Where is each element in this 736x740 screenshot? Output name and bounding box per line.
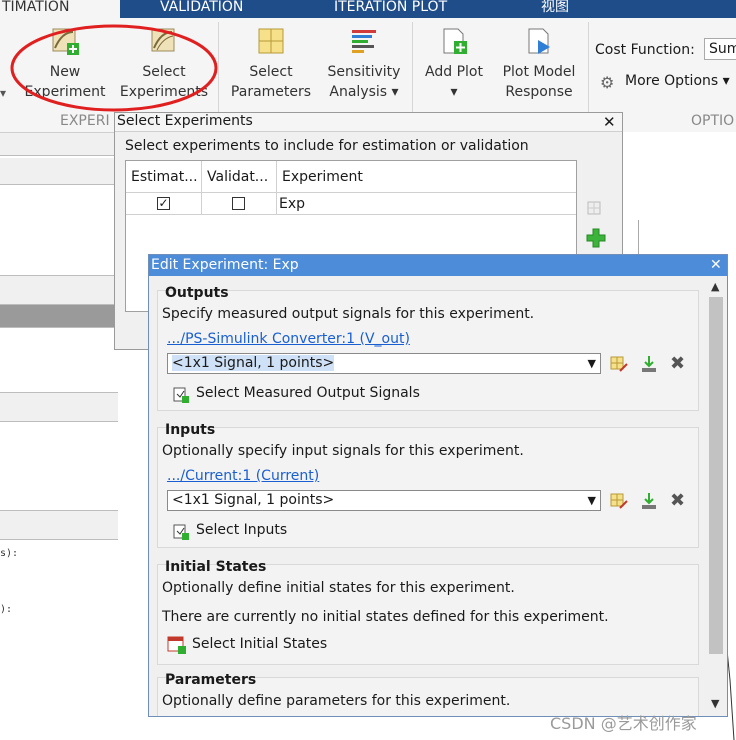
output-signal-link[interactable]: .../PS-Simulink Converter:1 (V_out): [167, 331, 410, 347]
output-signal-value: <1x1 Signal, 1 points>: [172, 355, 335, 371]
tab-estimation[interactable]: TIMATION: [0, 0, 120, 18]
panel-content: [0, 328, 118, 393]
panel-header: [0, 393, 118, 422]
initial-states-section: Initial States Optionally define initial…: [157, 559, 699, 665]
data-browser-panel: [0, 185, 118, 276]
dialog-titlebar: Select Experiments ✕: [115, 113, 622, 132]
cost-function-select[interactable]: Sum: [704, 38, 736, 60]
group-label-experiments: EXPERI: [60, 113, 110, 129]
initial-states-note: There are currently no initial states de…: [162, 609, 609, 625]
edit-signal-icon[interactable]: [609, 354, 629, 374]
scroll-down-icon[interactable]: ▼: [711, 697, 719, 710]
parameters-description: Optionally define parameters for this ex…: [162, 693, 511, 709]
validation-checkbox[interactable]: [232, 197, 245, 210]
experiment-name-cell[interactable]: Exp: [277, 193, 576, 215]
select-initial-states-button[interactable]: Select Initial States: [192, 636, 327, 652]
column-header-estimation[interactable]: Estimat...: [126, 161, 202, 193]
panel-header: [0, 276, 118, 305]
sensitivity-analysis-button[interactable]: Sensitivity Analysis ▾: [322, 26, 406, 102]
edit-experiment-dialog: Edit Experiment: Exp ✕ Outputs Specify m…: [148, 254, 728, 717]
outputs-heading: Outputs: [165, 285, 229, 301]
vertical-scrollbar[interactable]: ▲ ▼: [707, 280, 725, 713]
close-icon[interactable]: ✕: [603, 113, 616, 131]
gear-icon: ⚙: [600, 73, 615, 92]
select-parameters-button[interactable]: Select Parameters: [224, 26, 318, 102]
add-plot-icon: [443, 28, 467, 54]
inputs-heading: Inputs: [165, 422, 216, 438]
initial-states-description: Optionally define initial states for thi…: [162, 580, 515, 596]
import-signal-icon[interactable]: [639, 491, 659, 511]
scrollbar-thumb[interactable]: [709, 297, 723, 654]
panel-splitter[interactable]: [0, 305, 118, 328]
highlight-ellipse: [10, 24, 218, 112]
chevron-down-icon: ▼: [587, 357, 596, 370]
watermark-text: CSDN @艺术创作家: [550, 714, 697, 733]
chevron-down-icon: ▼: [587, 494, 596, 507]
plot-model-response-button[interactable]: Plot Model Response: [494, 26, 584, 102]
close-icon[interactable]: ✕: [710, 257, 722, 273]
group-label-options: OPTIO: [691, 113, 735, 129]
select-measured-output-signals-button[interactable]: Select Measured Output Signals: [196, 385, 420, 401]
tab-view[interactable]: 视图: [541, 0, 569, 18]
plot-model-icon: [528, 28, 550, 54]
outputs-section: Outputs Specify measured output signals …: [157, 285, 699, 411]
select-inputs-button[interactable]: Select Inputs: [196, 522, 287, 538]
edit-experiment-icon[interactable]: [585, 199, 605, 219]
dialog-title: Edit Experiment: Exp: [151, 257, 299, 273]
add-plot-button[interactable]: Add Plot ▾: [416, 26, 492, 102]
select-signals-icon: [173, 387, 189, 403]
cost-function-label: Cost Function:: [595, 42, 695, 58]
panel-content: [0, 422, 118, 511]
tab-validation[interactable]: VALIDATION: [160, 0, 243, 18]
edit-signal-icon[interactable]: [609, 491, 629, 511]
column-header-validation[interactable]: Validat...: [202, 161, 277, 193]
table-cell: [202, 193, 277, 215]
output-signal-select[interactable]: <1x1 Signal, 1 points> ▼: [167, 353, 601, 374]
panel-header: [0, 133, 118, 156]
dialog-instruction: Select experiments to include for estima…: [125, 138, 529, 154]
plot-axis: [638, 220, 639, 258]
outputs-description: Specify measured output signals for this…: [162, 306, 535, 322]
panel-header: [0, 158, 118, 185]
inputs-section: Inputs Optionally specify input signals …: [157, 422, 699, 548]
select-states-icon: [167, 636, 186, 654]
initial-states-heading: Initial States: [165, 559, 267, 575]
overflow-arrow-icon[interactable]: ▾: [0, 86, 6, 100]
input-signal-select[interactable]: <1x1 Signal, 1 points> ▼: [167, 490, 601, 511]
parameters-heading: Parameters: [165, 672, 257, 688]
dialog-titlebar: Edit Experiment: Exp ✕: [149, 255, 727, 276]
estimation-checkbox[interactable]: ✓: [157, 197, 170, 210]
delete-signal-icon[interactable]: ✖: [670, 353, 685, 374]
scroll-up-icon[interactable]: ▲: [711, 280, 719, 293]
delete-signal-icon[interactable]: ✖: [670, 490, 685, 511]
table-cell: ✓: [126, 193, 202, 215]
sensitivity-icon: [352, 30, 376, 53]
code-line: ):: [0, 604, 13, 615]
add-experiment-icon[interactable]: [585, 227, 607, 249]
select-signals-icon: [173, 524, 189, 540]
inputs-description: Optionally specify input signals for thi…: [162, 443, 524, 459]
panel-header: [0, 511, 118, 540]
code-line: s):: [0, 548, 19, 559]
grid-icon: [258, 28, 284, 54]
command-panel: [0, 540, 118, 740]
import-signal-icon[interactable]: [639, 354, 659, 374]
input-signal-value: <1x1 Signal, 1 points>: [172, 492, 335, 508]
column-header-experiment[interactable]: Experiment: [277, 161, 576, 193]
more-options-button[interactable]: More Options ▾: [625, 73, 730, 89]
input-signal-link[interactable]: .../Current:1 (Current): [167, 468, 319, 484]
tab-iteration-plot[interactable]: ITERATION PLOT: [334, 0, 447, 18]
dialog-title: Select Experiments: [117, 113, 253, 129]
